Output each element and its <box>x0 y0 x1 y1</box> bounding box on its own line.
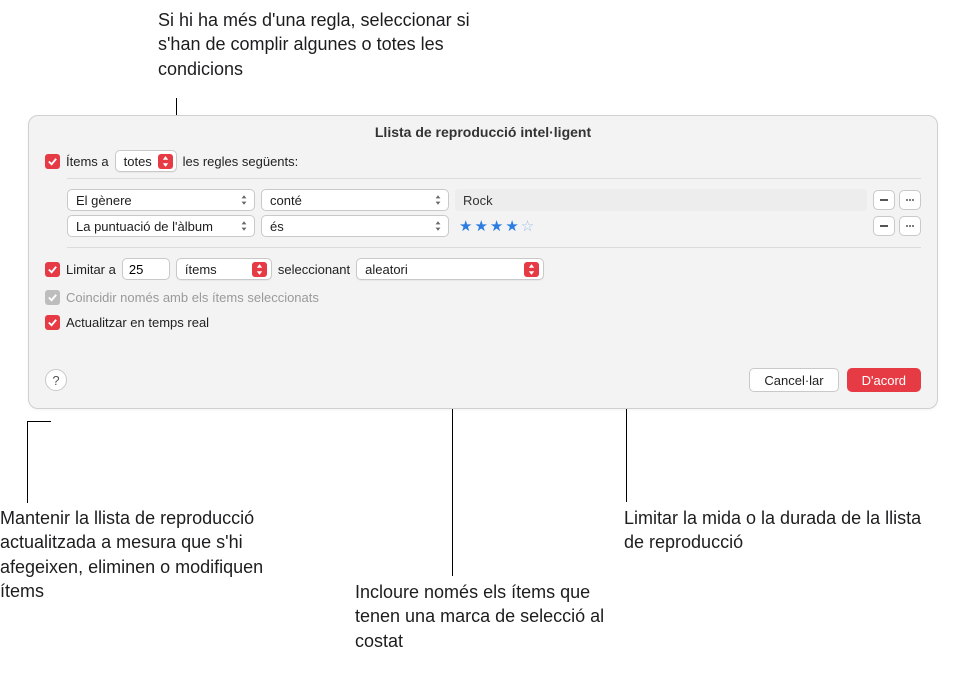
only-checked-checkbox <box>45 290 60 305</box>
rule-field-select[interactable]: La puntuació de l'àlbum <box>67 215 255 237</box>
add-rule-button[interactable] <box>899 216 921 236</box>
remove-rule-button[interactable] <box>873 190 895 210</box>
rule-value-input[interactable] <box>455 189 867 211</box>
rule-field-value: El gènere <box>76 193 132 208</box>
help-button[interactable]: ? <box>45 369 67 391</box>
limit-value-input[interactable] <box>122 258 170 280</box>
rule-op-value: conté <box>270 193 302 208</box>
chevron-updown-icon <box>252 262 267 277</box>
chevron-updown-icon <box>432 220 444 232</box>
add-rule-button[interactable] <box>899 190 921 210</box>
limit-prefix: Limitar a <box>66 262 116 277</box>
rule-row: El gènere conté <box>67 189 921 211</box>
smart-playlist-dialog: Llista de reproducció intel·ligent Ítems… <box>28 115 938 409</box>
rule-actions <box>873 216 921 236</box>
live-update-row: Actualitzar en temps real <box>45 315 921 330</box>
limit-selecting-label: seleccionant <box>278 262 350 277</box>
match-checkbox[interactable] <box>45 154 60 169</box>
rule-stars-rating[interactable]: ★★★★☆ <box>455 217 867 235</box>
callout-top: Si hi ha més d'una regla, seleccionar si… <box>158 8 478 81</box>
only-checked-label: Coincidir només amb els ítems selecciona… <box>66 290 319 305</box>
limit-method-select[interactable]: aleatori <box>356 258 544 280</box>
chevron-updown-icon <box>238 220 250 232</box>
limit-checkbox[interactable] <box>45 262 60 277</box>
dialog-footer: ? Cancel·lar D'acord <box>29 360 937 392</box>
live-update-label: Actualitzar en temps real <box>66 315 209 330</box>
limit-row: Limitar a ítems seleccionant aleatori <box>45 258 921 280</box>
ok-button[interactable]: D'acord <box>847 368 921 392</box>
limit-method-value: aleatori <box>365 262 408 277</box>
rules-container: El gènere conté <box>67 178 921 248</box>
only-checked-row: Coincidir només amb els ítems selecciona… <box>45 290 921 305</box>
match-mode-value: totes <box>124 154 152 169</box>
chevron-updown-icon <box>432 194 444 206</box>
match-prefix: Ítems a <box>66 154 109 169</box>
callout-bottom-left: Mantenir la llista de reproducció actual… <box>0 506 300 603</box>
dialog-title: Llista de reproducció intel·ligent <box>29 116 937 150</box>
limit-unit-select[interactable]: ítems <box>176 258 272 280</box>
live-update-checkbox[interactable] <box>45 315 60 330</box>
chevron-updown-icon <box>524 262 539 277</box>
match-suffix: les regles següents: <box>183 154 299 169</box>
rule-op-value: és <box>270 219 284 234</box>
rule-field-value: La puntuació de l'àlbum <box>76 219 213 234</box>
match-row: Ítems a totes les regles següents: <box>45 150 921 172</box>
callout-line-bl1 <box>27 421 28 503</box>
chevron-updown-icon <box>238 194 250 206</box>
rule-field-select[interactable]: El gènere <box>67 189 255 211</box>
remove-rule-button[interactable] <box>873 216 895 236</box>
rule-op-select[interactable]: conté <box>261 189 449 211</box>
chevron-updown-icon <box>158 154 173 169</box>
rule-op-select[interactable]: és <box>261 215 449 237</box>
callout-bottom-right: Limitar la mida o la durada de la llista… <box>624 506 944 555</box>
rule-row: La puntuació de l'àlbum és ★★★★☆ <box>67 215 921 237</box>
cancel-button[interactable]: Cancel·lar <box>749 368 838 392</box>
callout-line-bl2 <box>27 421 51 422</box>
limit-unit-value: ítems <box>185 262 217 277</box>
rule-actions <box>873 190 921 210</box>
callout-bottom-mid: Incloure només els ítems que tenen una m… <box>355 580 615 653</box>
match-mode-select[interactable]: totes <box>115 150 177 172</box>
